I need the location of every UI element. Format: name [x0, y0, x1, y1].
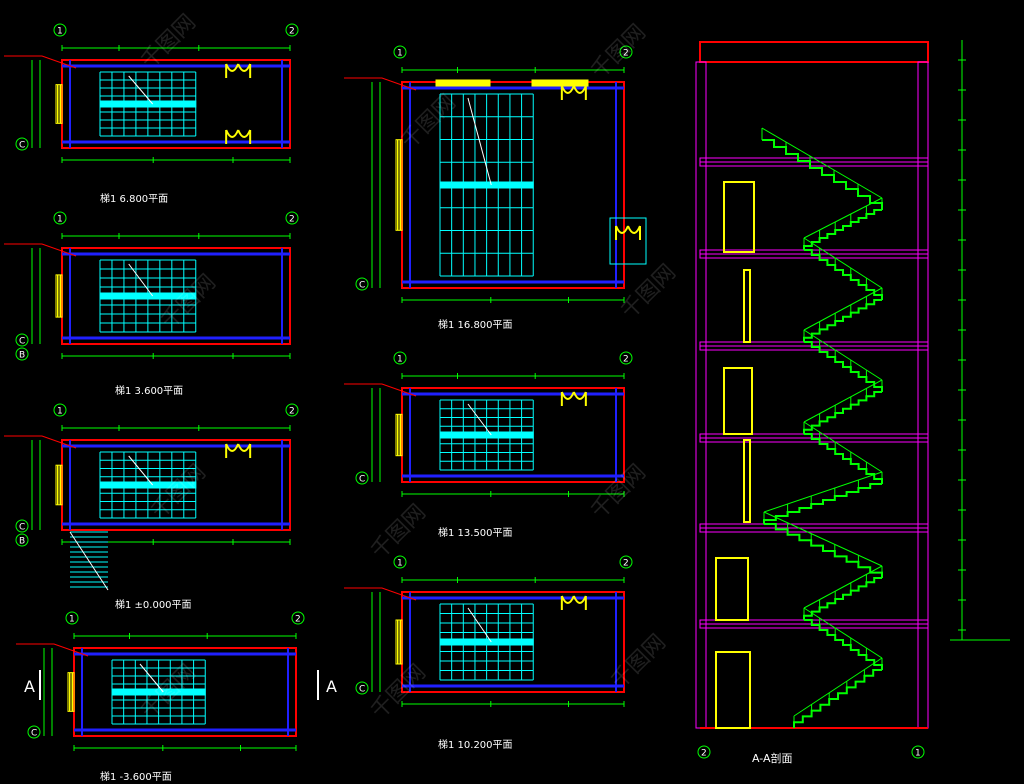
axis-bubble-c-label: C	[31, 729, 37, 739]
stair-flight	[803, 577, 882, 620]
watermark-text: 千图网	[157, 270, 221, 334]
stair-flight	[803, 391, 882, 434]
plan-block-6: 1 2 C	[344, 351, 633, 497]
axis-bubble-2-label: 2	[623, 355, 629, 365]
plan-3-title: 梯1 ±0.000平面	[115, 598, 192, 611]
stair-plan	[439, 399, 534, 471]
axis-bubble-1-label: 1	[397, 49, 403, 59]
handrail-bar	[439, 638, 534, 646]
axis-bubble-1-label: 1	[397, 559, 403, 569]
plan-5-title: 梯1 16.800平面	[438, 318, 513, 331]
axis-bubble-c-label: C	[359, 281, 365, 291]
axis-bubble-1-label: 1	[397, 355, 403, 365]
door-opening	[715, 651, 751, 729]
door-swing	[615, 225, 641, 234]
axis-bubble-1-label: 1	[57, 27, 63, 37]
axis-bubble-1-label: 1	[57, 215, 63, 225]
door-swing	[225, 129, 252, 138]
window-bar	[531, 79, 589, 87]
axis-bubble-2-label: 2	[289, 27, 295, 37]
stair-plan	[99, 71, 197, 137]
axis-bubble-2-label: 2	[289, 215, 295, 225]
handrail-bar	[439, 181, 534, 189]
stair-rail	[763, 471, 883, 513]
plan-7-title: 梯1 10.200平面	[438, 738, 513, 751]
stair-flight	[803, 299, 882, 342]
stair-flight	[762, 139, 883, 210]
axis-bubble-b-label: B	[19, 537, 25, 547]
stair-rail	[803, 379, 883, 423]
axis-bubble-1-label: 1	[69, 615, 75, 625]
section-axis-1-label: 1	[915, 749, 921, 759]
parapet	[699, 41, 929, 63]
watermark-text: 千图网	[587, 20, 651, 84]
stair-rail	[803, 421, 883, 473]
door-opening	[723, 367, 753, 435]
stair-rail	[803, 287, 883, 331]
plan-2-title: 梯1 3.600平面	[115, 384, 183, 397]
lower-flight	[69, 531, 109, 591]
stair-rail	[803, 329, 883, 381]
plan-block-3: 1 2 CB	[4, 403, 299, 547]
stair-rail	[803, 197, 883, 239]
stair-rail	[761, 127, 883, 199]
stair-flight	[793, 669, 882, 728]
stair-plan	[439, 603, 534, 681]
stair-rail	[803, 237, 883, 289]
axis-bubble-c-label: C	[19, 337, 25, 347]
axis-bubble-c-label: C	[19, 141, 25, 151]
stair-section-group: 21	[695, 40, 1010, 759]
plan-block-7: 1 2 C	[344, 555, 633, 707]
door-opening	[715, 557, 749, 621]
section-flights	[761, 127, 883, 728]
stair-rail	[793, 657, 883, 717]
walk-arrow	[467, 97, 492, 186]
door-opening	[743, 269, 751, 343]
axis-bubble-2-label: 2	[295, 615, 301, 625]
window-bar	[435, 79, 491, 87]
section-mark-left: A	[24, 677, 35, 696]
lift-door	[615, 225, 641, 240]
watermark-text: 千图网	[367, 500, 431, 564]
plan-1-title: 梯1 6.800平面	[100, 192, 168, 205]
axis-bubble-c-label: C	[359, 685, 365, 695]
plan-block-2: 1 2 CB	[4, 211, 299, 361]
cad-drawing-canvas: 1 2C1 2CB1 2CB1 2C1 2C1 2C1 2C 21 梯1 6.800平面 梯1…	[4, 10, 1010, 783]
section-title: A-A剖面	[752, 751, 793, 765]
watermark-group: 千图网千图网千图网千图网千图网千图网千图网千图网千图网千图网千图网	[137, 10, 681, 724]
watermark-text: 千图网	[617, 260, 681, 324]
stair-flight	[803, 209, 882, 250]
axis-bubble-c-label: C	[19, 523, 25, 533]
watermark-text: 千图网	[587, 460, 651, 524]
axis-bubble-1-label: 1	[57, 407, 63, 417]
walk-arrow	[69, 531, 109, 591]
section-axis-2-label: 2	[701, 749, 707, 759]
stair-rail	[763, 511, 883, 567]
axis-bubble-c-label: C	[359, 475, 365, 485]
axis-bubble-b-label: B	[19, 351, 25, 361]
door-opening	[723, 181, 755, 253]
handrail-bar	[99, 100, 197, 108]
stair-flight	[763, 483, 882, 524]
stair-plans-group: 1 2C1 2CB1 2CB1 2C1 2C1 2C1 2C	[4, 23, 647, 751]
plan-4-title: 梯1 -3.600平面	[100, 770, 172, 783]
axis-bubble-2-label: 2	[623, 559, 629, 569]
section-mark-right: A	[326, 677, 337, 696]
plan-block-4: 1 2 C	[16, 611, 305, 751]
handrail-bar	[439, 431, 534, 439]
watermark-text: 千图网	[147, 460, 211, 524]
stair-rail	[803, 565, 883, 609]
plan-6-title: 梯1 13.500平面	[438, 526, 513, 539]
axis-bubble-2-label: 2	[289, 407, 295, 417]
stair-rail	[803, 607, 883, 659]
stair-plan	[439, 93, 534, 277]
door-opening	[743, 439, 751, 523]
